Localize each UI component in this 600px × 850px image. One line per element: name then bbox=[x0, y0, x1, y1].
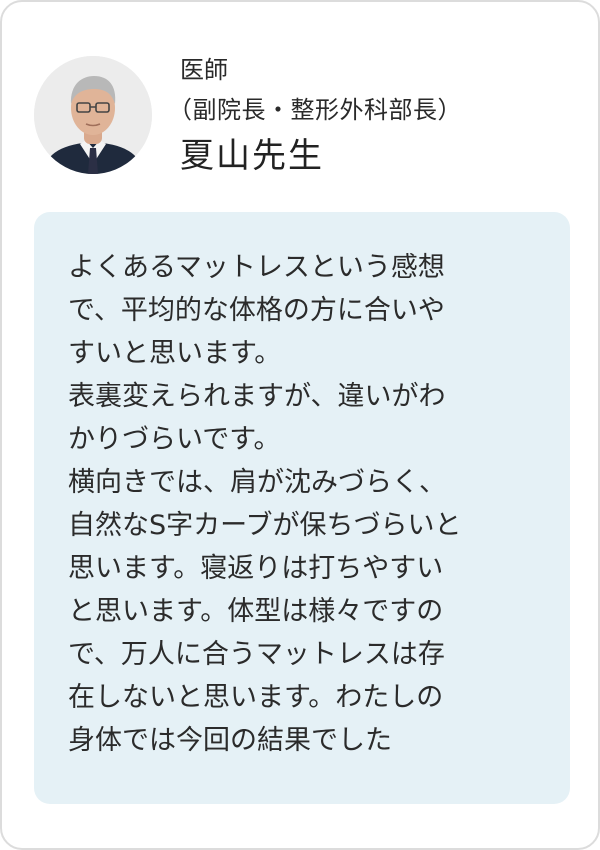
doctor-name: 夏山先生 bbox=[180, 136, 324, 176]
doctor-role: 医師 bbox=[180, 56, 228, 84]
comment-box: よくあるマットレスという感想 で、平均的な体格の方に合いや すいと思います。 表… bbox=[34, 212, 570, 804]
doctor-avatar bbox=[34, 56, 152, 174]
doctor-department: （副院長・整形外科部長） bbox=[168, 96, 462, 124]
doctor-comment-card: 医師 （副院長・整形外科部長） 夏山先生 よくあるマットレスという感想 で、平均… bbox=[0, 0, 600, 850]
comment-text: よくあるマットレスという感想 で、平均的な体格の方に合いや すいと思います。 表… bbox=[68, 252, 462, 756]
doctor-portrait-icon bbox=[34, 56, 152, 174]
